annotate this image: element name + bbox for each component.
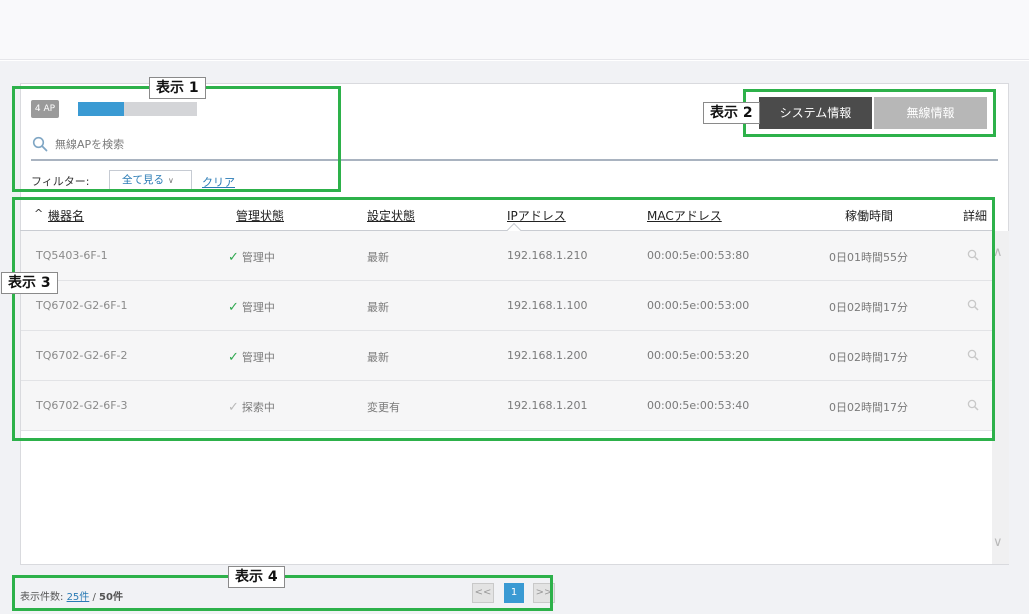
annotation-label-2: 表示 2	[703, 102, 760, 124]
annotation-box-3	[12, 197, 995, 441]
annotation-box-2	[743, 89, 996, 137]
annotation-box-1	[12, 86, 341, 192]
top-header-bar	[0, 0, 1029, 60]
annotation-label-1: 表示 1	[149, 77, 206, 99]
annotation-label-4: 表示 4	[228, 566, 285, 588]
chevron-down-icon[interactable]: ∨	[993, 535, 1003, 550]
annotation-label-3: 表示 3	[1, 272, 58, 294]
